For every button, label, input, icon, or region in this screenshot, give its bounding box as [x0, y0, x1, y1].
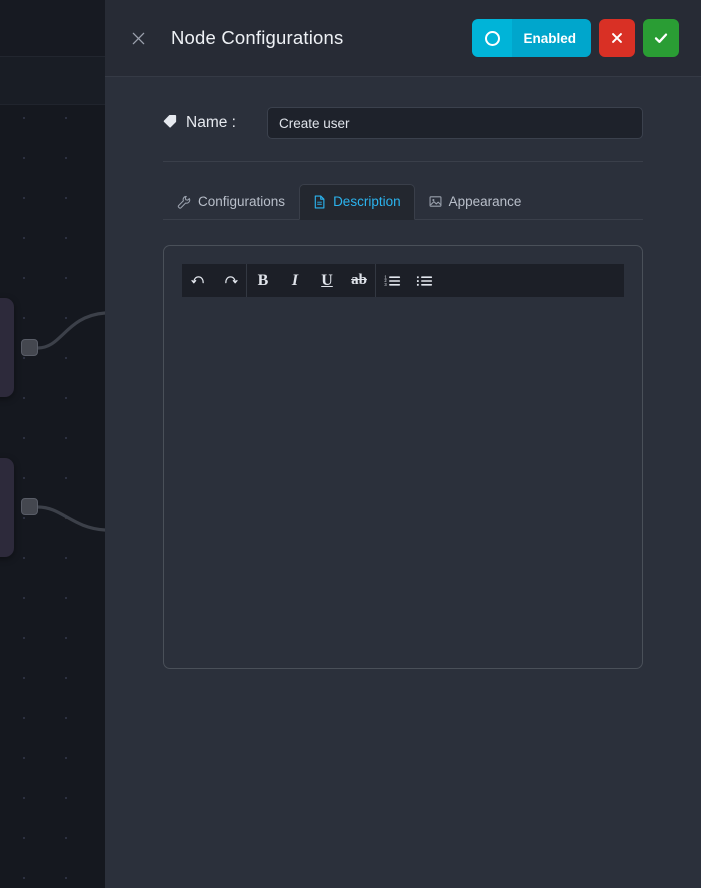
enabled-toggle[interactable]: Enabled [472, 19, 591, 57]
bold-button[interactable]: B [247, 264, 279, 297]
wrench-icon [177, 195, 191, 209]
panel-header: Node Configurations Enabled [105, 0, 701, 77]
node-output-handle[interactable] [21, 339, 38, 356]
tag-icon [163, 114, 177, 133]
undo-icon[interactable] [182, 264, 214, 297]
app-root: Node Configurations Enabled Name: Creat… [0, 0, 701, 888]
tab-configurations[interactable]: Configurations [163, 184, 299, 220]
cancel-button[interactable] [599, 19, 635, 57]
underline-button[interactable]: U [311, 264, 343, 297]
panel-body: Name : Configurations [105, 77, 701, 669]
close-icon[interactable] [125, 25, 151, 51]
strikethrough-button[interactable]: ab [343, 264, 375, 297]
tab-label: Configurations [198, 194, 286, 209]
tab-description[interactable]: Description [299, 184, 415, 220]
toolbar-group-history [182, 264, 247, 297]
italic-button[interactable]: I [279, 264, 311, 297]
node-configurations-panel: Node Configurations Enabled Name: Creat… [105, 0, 701, 888]
header-actions: Enabled [472, 19, 679, 57]
canvas-edges [36, 311, 105, 532]
tab-label: Appearance [448, 194, 522, 209]
node-output-handle[interactable] [21, 498, 38, 515]
toolbar-group-format: B I U ab [247, 264, 376, 297]
name-label: Name : [163, 114, 267, 133]
name-row: Name : [123, 77, 683, 139]
unordered-list-icon[interactable] [408, 264, 440, 297]
tab-label: Description [333, 194, 401, 209]
toggle-knob [472, 19, 513, 57]
redo-icon[interactable] [214, 264, 246, 297]
svg-text:3: 3 [384, 282, 387, 287]
name-label-text: Name : [186, 114, 236, 131]
toolbar-group-lists: 1 2 3 [376, 264, 440, 297]
image-icon [429, 195, 442, 208]
section-divider [163, 161, 643, 162]
canvas-subtoolbar[interactable] [0, 57, 105, 105]
description-editor: B I U ab 1 2 3 [163, 245, 643, 669]
workflow-canvas[interactable] [0, 0, 105, 888]
canvas-node[interactable] [0, 298, 14, 397]
document-icon [313, 194, 326, 209]
enabled-toggle-label: Enabled [512, 19, 591, 57]
circle-icon [484, 30, 500, 46]
description-text-area[interactable] [182, 297, 624, 650]
editor-toolbar: B I U ab 1 2 3 [182, 264, 624, 297]
tab-appearance[interactable]: Appearance [415, 184, 536, 220]
canvas-node[interactable] [0, 458, 14, 557]
name-input[interactable] [267, 107, 643, 139]
panel-tabs: Configurations Description Appearance [163, 183, 643, 220]
ordered-list-icon[interactable]: 1 2 3 [376, 264, 408, 297]
canvas-toolbar[interactable] [0, 0, 105, 57]
save-button[interactable] [643, 19, 679, 57]
page-title: Node Configurations [171, 27, 344, 48]
